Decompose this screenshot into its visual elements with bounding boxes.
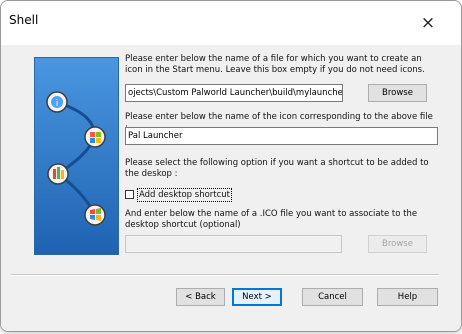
ico-prompt: And enter below the name of a .ICO file … (125, 209, 418, 230)
close-icon[interactable]: × (418, 13, 438, 33)
ico-browse-button: Browse (368, 235, 427, 253)
help-button[interactable]: Help (377, 288, 438, 306)
windows-settings-icon (84, 126, 106, 148)
wizard-art: i (35, 58, 118, 254)
icon-name-input[interactable]: Pal Launcher (125, 127, 438, 145)
file-prompt: Please enter below the name of a file fo… (125, 54, 425, 75)
next-button[interactable]: Next > (232, 288, 282, 306)
ico-file-input (125, 235, 342, 253)
browse-button[interactable]: Browse (368, 84, 427, 102)
svg-text:i: i (56, 99, 59, 109)
installer-icon (47, 163, 69, 185)
shortcut-prompt: Please select the following option if yo… (125, 158, 429, 179)
cancel-button[interactable]: Cancel (302, 288, 363, 306)
dialog-content: i Please enter below the name of a file … (1, 45, 461, 331)
window-title: Shell (9, 13, 39, 27)
desktop-shortcut-checkbox[interactable] (125, 190, 134, 199)
footer-separator (11, 274, 439, 276)
file-path-input[interactable]: ojects\Custom Palworld Launcher\build\my… (125, 84, 343, 102)
title-bar: Shell × (1, 1, 461, 45)
desktop-shortcut-label[interactable]: Add desktop shortcut (137, 188, 233, 202)
info-icon: i (46, 91, 68, 113)
wizard-side-image: i (34, 57, 119, 255)
windows-icon (84, 204, 106, 226)
shell-dialog: Shell × i Please enter below the name of… (0, 0, 462, 332)
back-button[interactable]: < Back (176, 288, 225, 306)
